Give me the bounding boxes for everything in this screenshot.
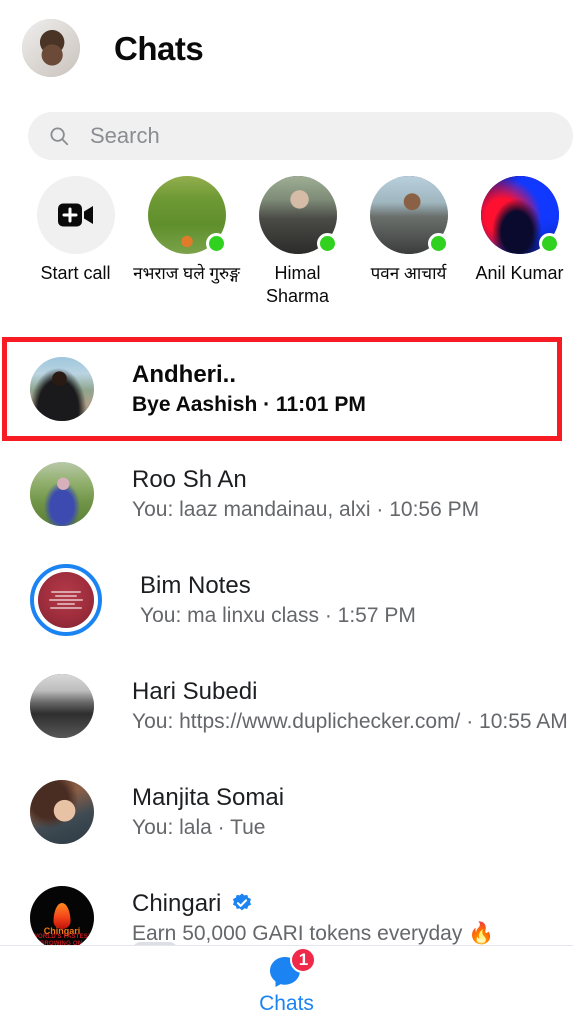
chat-avatar-wrap-with-story-ring[interactable] [30, 564, 102, 636]
chat-name: Roo Sh An [132, 464, 479, 495]
chat-name-text: Andheri.. [132, 360, 237, 388]
chat-text: Hari Subedi You: https://www.duplichecke… [132, 676, 568, 737]
chat-avatar [30, 674, 94, 738]
chat-row-manjita-somai[interactable]: Manjita Somai You: lala · Tue [0, 759, 573, 865]
chat-row-chingari[interactable]: Chingari WORLD'S FASTEST GROWING ON-CHAI… [0, 865, 573, 945]
contact-avatar-wrap [258, 176, 338, 254]
chat-text: Andheri.. Bye Aashish · 11:01 PM [132, 359, 366, 420]
nav-icon-wrap: 1 [268, 946, 317, 987]
active-contact-anil-kumar[interactable]: Anil Kumar [464, 176, 573, 285]
chat-avatar-wrap [30, 780, 94, 844]
chat-avatar-note-text [38, 572, 94, 628]
chat-preview: You: lala · Tue [132, 815, 266, 839]
chat-avatar [30, 462, 94, 526]
verified-badge-icon [233, 893, 252, 911]
search-icon [50, 127, 69, 146]
search-input[interactable]: Search [28, 112, 573, 160]
active-now-row[interactable]: Start call नभराज घले गुरुङ्ग Himal Sharm… [0, 176, 573, 324]
chat-name: Manjita Somai [132, 782, 284, 813]
chat-preview: You: https://www.duplichecker.com/ · 10:… [132, 709, 568, 733]
chat-name: Andheri.. [132, 359, 366, 390]
chat-avatar: Chingari WORLD'S FASTEST GROWING ON-CHAI… [30, 886, 94, 945]
chat-list[interactable]: Andheri.. Bye Aashish · 11:01 PM Roo Sh … [0, 337, 573, 945]
chat-name-text: Hari Subedi [132, 677, 258, 705]
chat-avatar-brand-tagline: WORLD'S FASTEST GROWING ON-CHAIN SOCIAL … [32, 934, 92, 945]
start-call-avatar-wrap [36, 176, 115, 254]
chat-avatar-wrap [30, 462, 94, 526]
chat-name-text: Chingari [132, 889, 222, 917]
chat-avatar [30, 780, 94, 844]
chat-name: Hari Subedi [132, 676, 568, 707]
active-contact-himal-sharma[interactable]: Himal Sharma [242, 176, 353, 308]
active-contact-pawan[interactable]: पवन आचार्य [353, 176, 464, 285]
chat-row-bim-notes[interactable]: Bim Notes You: ma linxu class · 1:57 PM [0, 547, 573, 653]
chat-name: Bim Notes [140, 570, 416, 601]
contact-label: नभराज घले गुरुङ्ग [133, 264, 240, 283]
chat-avatar-wrap [30, 674, 94, 738]
chat-row-andheri[interactable]: Andheri.. Bye Aashish · 11:01 PM [0, 337, 573, 441]
chat-row-roo-sh-an[interactable]: Roo Sh An You: laaz mandainau, alxi · 10… [0, 441, 573, 547]
chat-name-text: Bim Notes [140, 571, 251, 599]
messenger-chats-screen: Chats Search Start call नभराज घले गुरुङ्… [0, 0, 573, 1024]
chat-name: Chingari [132, 888, 494, 919]
chat-avatar-image [30, 462, 94, 526]
chat-preview: Bye Aashish · 11:01 PM [132, 392, 366, 416]
contact-avatar-wrap [480, 176, 560, 254]
chat-text: Chingari Earn 50,000 GARI tokens everyda… [132, 888, 494, 946]
profile-avatar-image [22, 19, 80, 77]
unread-badge: 1 [290, 946, 317, 973]
online-status-dot [427, 233, 449, 254]
chat-avatar-wrap [30, 357, 94, 421]
chat-text: Roo Sh An You: laaz mandainau, alxi · 10… [132, 464, 479, 525]
chat-preview: Earn 50,000 GARI tokens everyday 🔥 [132, 921, 495, 945]
online-status-dot [538, 233, 560, 254]
chat-text: Bim Notes You: ma linxu class · 1:57 PM [140, 570, 416, 631]
active-contact-nabharaj[interactable]: नभराज घले गुरुङ्ग [131, 176, 242, 285]
online-status-dot [316, 233, 338, 254]
chat-avatar [30, 357, 94, 421]
chat-row-hari-subedi[interactable]: Hari Subedi You: https://www.duplichecke… [0, 653, 573, 759]
video-call-plus-icon [57, 203, 93, 227]
nav-tab-chats[interactable]: 1 Chats [259, 946, 317, 1016]
page-title: Chats [114, 29, 204, 67]
chat-avatar-wrap: Chingari WORLD'S FASTEST GROWING ON-CHAI… [30, 886, 94, 945]
app-header: Chats [0, 0, 573, 96]
contact-avatar-wrap [147, 176, 227, 254]
search-placeholder: Search [90, 123, 160, 148]
start-call-label: Start call [40, 263, 111, 283]
nav-tab-label: Chats [259, 991, 314, 1015]
contact-label: पवन आचार्य [370, 264, 447, 283]
contact-avatar-wrap [369, 176, 449, 254]
chat-preview: You: laaz mandainau, alxi · 10:56 PM [132, 497, 480, 521]
start-call-circle [36, 176, 115, 254]
profile-avatar[interactable] [22, 19, 80, 77]
contact-label: Anil Kumar [475, 263, 564, 283]
search-bar-container[interactable]: Search [28, 112, 573, 160]
chat-text: Manjita Somai You: lala · Tue [132, 782, 284, 843]
bottom-navigation-bar: 1 Chats [0, 945, 573, 1024]
online-status-dot [205, 233, 227, 254]
chat-name-text: Roo Sh An [132, 465, 247, 493]
chat-avatar-image [30, 780, 94, 844]
chat-name-text: Manjita Somai [132, 783, 285, 811]
chat-avatar-image [30, 674, 94, 738]
chat-preview: You: ma linxu class · 1:57 PM [140, 603, 416, 627]
chat-avatar [38, 572, 94, 628]
start-call-button[interactable]: Start call [20, 176, 131, 285]
chat-avatar-image [30, 357, 94, 421]
contact-label: Himal Sharma [265, 263, 330, 306]
